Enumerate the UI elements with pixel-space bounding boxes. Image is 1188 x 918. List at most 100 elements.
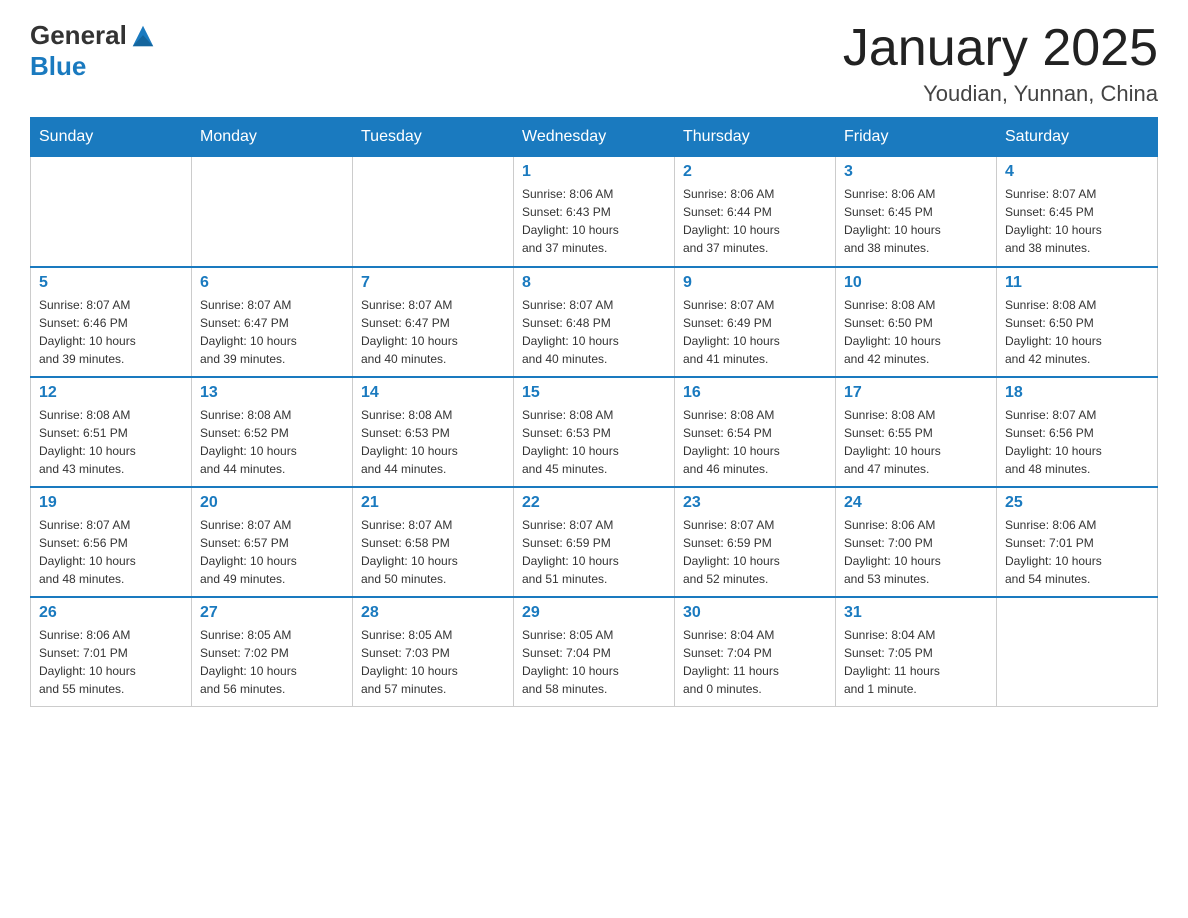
day-of-week-header: Monday <box>192 118 353 157</box>
title-section: January 2025 Youdian, Yunnan, China <box>843 20 1158 107</box>
day-info: Sunrise: 8:06 AM Sunset: 7:01 PM Dayligh… <box>1005 516 1149 588</box>
day-of-week-header: Thursday <box>675 118 836 157</box>
day-info: Sunrise: 8:08 AM Sunset: 6:53 PM Dayligh… <box>522 406 666 478</box>
calendar-cell: 13 Sunrise: 8:08 AM Sunset: 6:52 PM Dayli… <box>192 377 353 487</box>
calendar-week-row: 12 Sunrise: 8:08 AM Sunset: 6:51 PM Dayli… <box>31 377 1158 487</box>
day-info: Sunrise: 8:05 AM Sunset: 7:03 PM Dayligh… <box>361 626 505 698</box>
day-number: 25 <box>1005 494 1149 512</box>
calendar-cell: 21Sunrise: 8:07 AM Sunset: 6:58 PM Dayli… <box>353 487 514 597</box>
day-number: 10 <box>844 274 988 292</box>
day-info: Sunrise: 8:06 AM Sunset: 7:01 PM Dayligh… <box>39 626 183 698</box>
day-number: 3 <box>844 163 988 181</box>
calendar-cell: 15 Sunrise: 8:08 AM Sunset: 6:53 PM Dayli… <box>514 377 675 487</box>
calendar-week-row: 26 Sunrise: 8:06 AM Sunset: 7:01 PM Dayli… <box>31 597 1158 707</box>
day-info: Sunrise: 8:04 AM Sunset: 7:04 PM Dayligh… <box>683 626 827 698</box>
location-text: Youdian, Yunnan, China <box>843 81 1158 107</box>
calendar-cell: 22 Sunrise: 8:07 AM Sunset: 6:59 PM Dayli… <box>514 487 675 597</box>
day-info: Sunrise: 8:05 AM Sunset: 7:04 PM Dayligh… <box>522 626 666 698</box>
day-number: 13 <box>200 384 344 402</box>
calendar-cell: 16 Sunrise: 8:08 AM Sunset: 6:54 PM Dayli… <box>675 377 836 487</box>
day-number: 9 <box>683 274 827 292</box>
day-info: Sunrise: 8:07 AM Sunset: 6:47 PM Dayligh… <box>361 296 505 368</box>
day-info: Sunrise: 8:06 AM Sunset: 6:43 PM Dayligh… <box>522 185 666 257</box>
calendar-cell: 29 Sunrise: 8:05 AM Sunset: 7:04 PM Dayli… <box>514 597 675 707</box>
day-number: 27 <box>200 604 344 622</box>
calendar-cell: 10 Sunrise: 8:08 AM Sunset: 6:50 PM Dayli… <box>836 267 997 377</box>
day-info: Sunrise: 8:07 AM Sunset: 6:45 PM Dayligh… <box>1005 185 1149 257</box>
day-info: Sunrise: 8:06 AM Sunset: 7:00 PM Dayligh… <box>844 516 988 588</box>
calendar-cell: 6 Sunrise: 8:07 AM Sunset: 6:47 PM Daylig… <box>192 267 353 377</box>
calendar-cell: 25 Sunrise: 8:06 AM Sunset: 7:01 PM Dayli… <box>997 487 1158 597</box>
day-of-week-header: Friday <box>836 118 997 157</box>
day-info: Sunrise: 8:08 AM Sunset: 6:52 PM Dayligh… <box>200 406 344 478</box>
day-of-week-header: Saturday <box>997 118 1158 157</box>
day-number: 15 <box>522 384 666 402</box>
calendar-cell: 24 Sunrise: 8:06 AM Sunset: 7:00 PM Dayli… <box>836 487 997 597</box>
calendar-cell: 4 Sunrise: 8:07 AM Sunset: 6:45 PM Daylig… <box>997 157 1158 267</box>
logo-general-text: General <box>30 20 127 51</box>
day-info: Sunrise: 8:04 AM Sunset: 7:05 PM Dayligh… <box>844 626 988 698</box>
calendar-cell: 30 Sunrise: 8:04 AM Sunset: 7:04 PM Dayli… <box>675 597 836 707</box>
day-of-week-header: Sunday <box>31 118 192 157</box>
day-number: 1 <box>522 163 666 181</box>
day-number: 11 <box>1005 274 1149 292</box>
day-info: Sunrise: 8:07 AM Sunset: 6:56 PM Dayligh… <box>39 516 183 588</box>
day-number: 24 <box>844 494 988 512</box>
calendar-cell: 9 Sunrise: 8:07 AM Sunset: 6:49 PM Daylig… <box>675 267 836 377</box>
day-number: 5 <box>39 274 183 292</box>
calendar-cell <box>31 157 192 267</box>
month-title: January 2025 <box>843 20 1158 77</box>
day-info: Sunrise: 8:06 AM Sunset: 6:45 PM Dayligh… <box>844 185 988 257</box>
day-info: Sunrise: 8:07 AM Sunset: 6:49 PM Dayligh… <box>683 296 827 368</box>
page-header: General Blue January 2025 Youdian, Yunna… <box>30 20 1158 107</box>
day-info: Sunrise: 8:07 AM Sunset: 6:57 PM Dayligh… <box>200 516 344 588</box>
day-info: Sunrise: 8:07 AM Sunset: 6:59 PM Dayligh… <box>522 516 666 588</box>
calendar-cell: 26 Sunrise: 8:06 AM Sunset: 7:01 PM Dayli… <box>31 597 192 707</box>
calendar-week-row: 1 Sunrise: 8:06 AM Sunset: 6:43 PM Daylig… <box>31 157 1158 267</box>
day-number: 12 <box>39 384 183 402</box>
calendar-cell: 11 Sunrise: 8:08 AM Sunset: 6:50 PM Dayli… <box>997 267 1158 377</box>
day-info: Sunrise: 8:08 AM Sunset: 6:54 PM Dayligh… <box>683 406 827 478</box>
day-number: 30 <box>683 604 827 622</box>
day-number: 28 <box>361 604 505 622</box>
day-info: Sunrise: 8:08 AM Sunset: 6:50 PM Dayligh… <box>1005 296 1149 368</box>
day-info: Sunrise: 8:07 AM Sunset: 6:56 PM Dayligh… <box>1005 406 1149 478</box>
day-info: Sunrise: 8:08 AM Sunset: 6:53 PM Dayligh… <box>361 406 505 478</box>
day-of-week-header: Wednesday <box>514 118 675 157</box>
day-of-week-header: Tuesday <box>353 118 514 157</box>
day-number: 16 <box>683 384 827 402</box>
day-number: 17 <box>844 384 988 402</box>
day-info: Sunrise: 8:08 AM Sunset: 6:55 PM Dayligh… <box>844 406 988 478</box>
day-info: Sunrise: 8:07 AM Sunset: 6:47 PM Dayligh… <box>200 296 344 368</box>
day-number: 2 <box>683 163 827 181</box>
logo-icon <box>129 22 157 50</box>
day-number: 8 <box>522 274 666 292</box>
calendar-cell <box>997 597 1158 707</box>
day-number: 26 <box>39 604 183 622</box>
day-info: Sunrise: 8:08 AM Sunset: 6:50 PM Dayligh… <box>844 296 988 368</box>
day-number: 21 <box>361 494 505 512</box>
day-info: Sunrise: 8:07 AM Sunset: 6:59 PM Dayligh… <box>683 516 827 588</box>
calendar-cell: 5Sunrise: 8:07 AM Sunset: 6:46 PM Daylig… <box>31 267 192 377</box>
day-info: Sunrise: 8:06 AM Sunset: 6:44 PM Dayligh… <box>683 185 827 257</box>
day-number: 6 <box>200 274 344 292</box>
day-number: 29 <box>522 604 666 622</box>
calendar-header-row: SundayMondayTuesdayWednesdayThursdayFrid… <box>31 118 1158 157</box>
calendar-cell: 7Sunrise: 8:07 AM Sunset: 6:47 PM Daylig… <box>353 267 514 377</box>
calendar-cell: 1 Sunrise: 8:06 AM Sunset: 6:43 PM Daylig… <box>514 157 675 267</box>
calendar-cell: 27Sunrise: 8:05 AM Sunset: 7:02 PM Dayli… <box>192 597 353 707</box>
day-number: 23 <box>683 494 827 512</box>
calendar-cell: 3 Sunrise: 8:06 AM Sunset: 6:45 PM Daylig… <box>836 157 997 267</box>
calendar-cell: 8 Sunrise: 8:07 AM Sunset: 6:48 PM Daylig… <box>514 267 675 377</box>
calendar-cell <box>192 157 353 267</box>
calendar-week-row: 5Sunrise: 8:07 AM Sunset: 6:46 PM Daylig… <box>31 267 1158 377</box>
calendar-cell: 23 Sunrise: 8:07 AM Sunset: 6:59 PM Dayli… <box>675 487 836 597</box>
day-info: Sunrise: 8:07 AM Sunset: 6:48 PM Dayligh… <box>522 296 666 368</box>
day-number: 4 <box>1005 163 1149 181</box>
logo: General Blue <box>30 20 157 82</box>
day-number: 18 <box>1005 384 1149 402</box>
day-number: 31 <box>844 604 988 622</box>
calendar-table: SundayMondayTuesdayWednesdayThursdayFrid… <box>30 117 1158 707</box>
day-info: Sunrise: 8:08 AM Sunset: 6:51 PM Dayligh… <box>39 406 183 478</box>
day-number: 22 <box>522 494 666 512</box>
